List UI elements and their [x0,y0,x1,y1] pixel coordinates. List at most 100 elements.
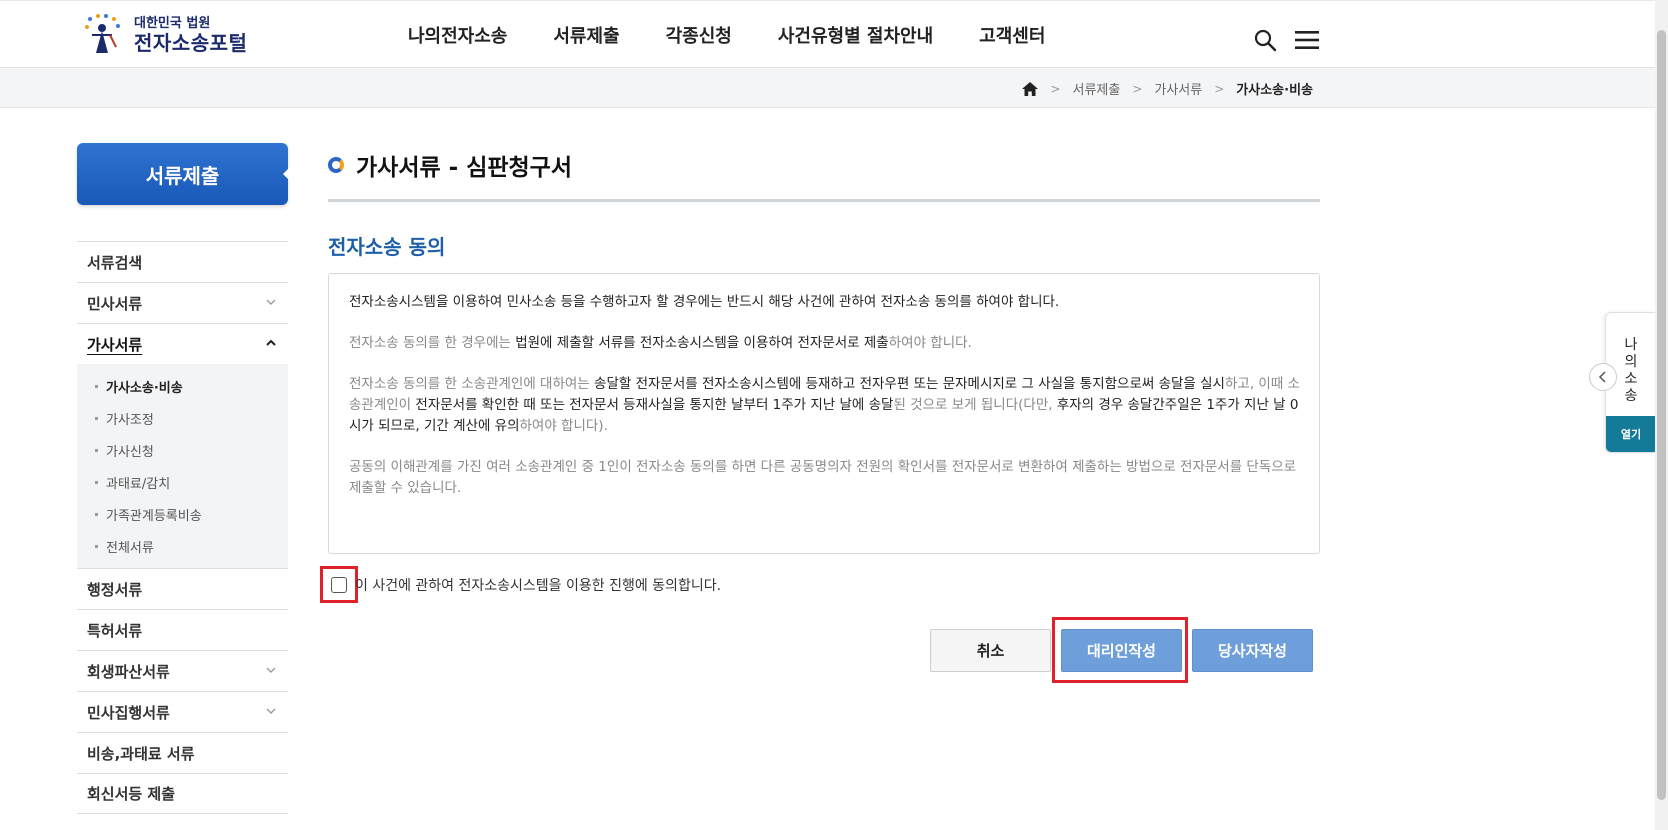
gnb-customer-center[interactable]: 고객센터 [979,22,1045,48]
submenu-item-label: 가족관계등록비송 [106,508,202,524]
submenu-item-label: 전체서류 [106,540,154,556]
hamburger-menu-icon[interactable] [1295,30,1319,50]
sidebar-item-bankruptcy-documents[interactable]: 회생파산서류 [77,650,288,691]
consent-label[interactable]: 이 사건에 관하여 전자소송시스템을 이용한 진행에 동의합니다. [355,575,721,595]
sidebar-item-label: 서류검색 [87,253,143,272]
scrollbar-thumb[interactable] [1657,30,1666,800]
submenu-item-family-registration[interactable]: 가족관계등록비송 [77,498,288,530]
title-divider [328,199,1320,202]
quick-panel-char: 나 [1624,337,1638,353]
notice-emphasis: 송달할 전자문서를 전자소송시스템에 등재하고 전자우편 또는 문자메시지로 그… [594,376,1225,392]
gnb-applications[interactable]: 각종신청 [666,22,732,48]
breadcrumb-item[interactable]: 서류제출 [1072,79,1120,98]
notice-emphasis: 법원에 제출할 서류를 전자소송시스템을 이용하여 전자문서로 제출 [515,335,889,351]
sidebar-item-label: 비송,과태료 서류 [87,744,195,763]
breadcrumb-item[interactable]: 가사서류 [1154,79,1202,98]
cancel-button[interactable]: 취소 [930,629,1051,672]
bullet-icon [95,416,98,420]
gnb-my-ecourt[interactable]: 나의전자소송 [408,22,507,48]
site-header: 대한민국 법원 전자소송포털 나의전자소송 서류제출 각종신청 사건유형별 절차… [0,0,1655,68]
breadcrumb-separator-icon: > [1214,81,1225,96]
court-emblem-icon [82,13,126,57]
agent-write-button[interactable]: 대리인작성 [1061,629,1182,672]
notice-paragraph-3: 전자소송 동의를 한 소송관계인에 대하여는 송달할 전자문서를 전자소송시스템… [349,374,1301,437]
lnb-title-notch [283,167,290,181]
submenu-item-label: 가사조정 [106,412,154,428]
sidebar-item-document-search[interactable]: 서류검색 [77,241,288,282]
side-nav: 서류검색 민사서류 가사서류 가사소송·비송 가사조정 가사신청 과태료/감치 … [77,241,288,814]
bullet-icon [95,544,98,548]
sidebar-submenu-family: 가사소송·비송 가사조정 가사신청 과태료/감치 가족관계등록비송 전체서류 [77,364,288,568]
sidebar-item-label: 회생파산서류 [87,662,170,681]
sidebar-item-civil-documents[interactable]: 민사서류 [77,282,288,323]
submenu-item-all-documents[interactable]: 전체서류 [77,530,288,562]
submenu-item-label: 과태료/감치 [106,476,171,492]
chevron-left-icon[interactable] [1589,363,1617,391]
gnb-document-submission[interactable]: 서류제출 [553,22,619,48]
lnb-title-text: 서류제출 [145,163,220,188]
gnb-procedure-guide[interactable]: 사건유형별 절차안내 [778,22,933,48]
page-title-text: 가사서류 - 심판청구서 [356,155,573,181]
notice-paragraph-2: 전자소송 동의를 한 경우에는 법원에 제출할 서류를 전자소송시스템을 이용하… [349,333,1301,354]
chevron-down-icon [266,667,276,673]
page-title: 가사서류 - 심판청구서 [328,148,572,182]
bullet-icon [95,512,98,516]
chevron-up-icon [266,339,276,346]
logo-subtitle: 대한민국 법원 [134,15,211,31]
sidebar-item-reply-submission[interactable]: 회신서등 제출 [77,773,288,814]
submenu-item-family-litigation[interactable]: 가사소송·비송 [77,370,288,402]
sidebar-item-civil-execution-documents[interactable]: 민사집행서류 [77,691,288,732]
notice-text: 된 것으로 보게 됩니다(다만, [893,397,1057,413]
bullet-icon [95,480,98,484]
consent-checkbox-highlight [320,566,358,603]
notice-text: 전자소송 동의를 한 소송관계인에 대하여는 [349,376,595,392]
sidebar-item-label: 가사서류 [87,335,143,354]
consent-row: 이 사건에 관하여 전자소송시스템을 이용한 진행에 동의합니다. [320,566,721,603]
notice-paragraph-1: 전자소송시스템을 이용하여 민사소송 등을 수행하고자 할 경우에는 반드시 해… [349,294,1060,310]
breadcrumb-separator-icon: > [1050,81,1061,96]
sidebar-item-administrative-documents[interactable]: 행정서류 [77,568,288,609]
submenu-item-family-application[interactable]: 가사신청 [77,434,288,466]
title-ring-icon [328,157,344,173]
breadcrumb-separator-icon: > [1132,81,1143,96]
chevron-down-icon [266,299,276,305]
breadcrumb-current: 가사소송·비송 [1236,83,1313,98]
submenu-item-family-mediation[interactable]: 가사조정 [77,402,288,434]
sidebar-item-label: 특허서류 [87,621,143,640]
sidebar-item-patent-documents[interactable]: 특허서류 [77,609,288,650]
notice-emphasis: 전자문서를 확인한 때 또는 전자문서 등재사실을 통지한 날부터 1주가 지난… [415,397,894,413]
site-logo[interactable]: 대한민국 법원 전자소송포털 [82,12,262,58]
consent-notice-box: 전자소송시스템을 이용하여 민사소송 등을 수행하고자 할 경우에는 반드시 해… [328,273,1320,554]
sidebar-item-label: 행정서류 [87,580,143,599]
consent-checkbox[interactable] [331,576,347,593]
sidebar-item-label: 민사집행서류 [87,703,170,722]
breadcrumb-bar: > 서류제출 > 가사서류 > 가사소송·비송 [0,68,1655,108]
notice-text: 하여야 합니다. [888,335,972,351]
sidebar-item-label: 회신서등 제출 [87,785,176,803]
sidebar-item-label: 민사서류 [87,294,143,313]
bullet-icon [95,448,98,452]
section-title: 전자소송 동의 [328,235,446,259]
submenu-item-label: 가사신청 [106,444,154,460]
sidebar-item-family-documents[interactable]: 가사서류 [77,323,288,364]
notice-paragraph-4: 공동의 이해관계를 가진 여러 소송관계인 중 1인이 전자소송 동의를 하면 … [349,459,1297,496]
quick-panel-open-button[interactable]: 열기 [1606,416,1655,452]
submenu-item-label: 가사소송·비송 [106,380,183,396]
breadcrumb: > 서류제출 > 가사서류 > 가사소송·비송 [1022,79,1313,98]
page-scrollbar[interactable] [1655,0,1668,830]
sidebar-item-noncontentious-documents[interactable]: 비송,과태료 서류 [77,732,288,773]
logo-title: 전자소송포털 [134,30,248,55]
bullet-icon [95,384,98,388]
logo-text: 대한민국 법원 전자소송포털 [134,16,247,55]
notice-text: 하여야 합니다). [519,418,608,434]
notice-text: 전자소송 동의를 한 경우에는 [349,335,516,351]
search-icon[interactable] [1253,28,1277,52]
header-top-line [0,0,1655,4]
chevron-down-icon [266,708,276,714]
quick-panel-char: 송 [1624,388,1638,404]
home-icon[interactable] [1022,81,1039,96]
party-write-button[interactable]: 당사자작성 [1192,629,1313,672]
lnb-title: 서류제출 [77,143,290,205]
submenu-item-fine-detention[interactable]: 과태료/감치 [77,466,288,498]
global-nav: 나의전자소송 서류제출 각종신청 사건유형별 절차안내 고객센터 [408,22,1091,48]
